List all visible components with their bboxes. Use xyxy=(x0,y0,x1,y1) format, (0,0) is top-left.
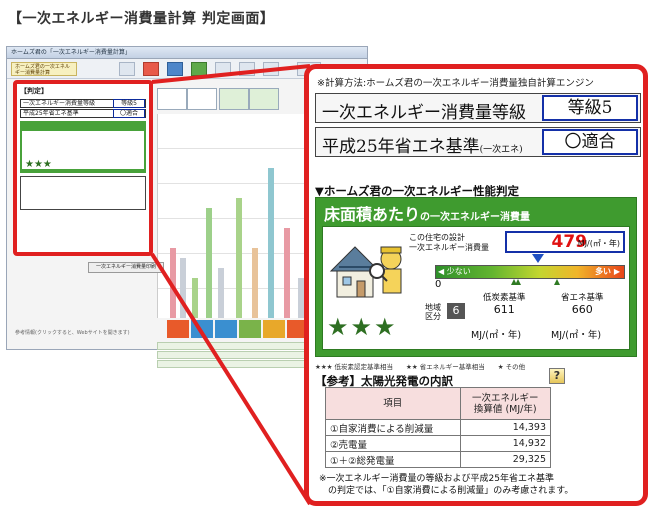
judgement-panel-zoomed: ※計算方法:ホームズ君の一次エネルギー消費量独自計算エンジン 一次エネルギー消費… xyxy=(304,64,648,506)
performance-body: この住宅の設計 一次エネルギー消費量 479 MJ/(㎡・年) ◀ 少ない 多い… xyxy=(322,226,630,350)
mini-judgement-heading: 【判定】 xyxy=(20,87,48,95)
toolbar-button[interactable] xyxy=(119,62,135,76)
standard-row: 平成25年省エネ基準(一次エネ) 〇適合 xyxy=(315,127,641,157)
print-energy-button[interactable]: 一次エネルギー消費量印刷 xyxy=(88,262,164,273)
design-energy-label: この住宅の設計 一次エネルギー消費量 xyxy=(409,233,489,252)
header-item: 項目 xyxy=(325,387,461,420)
mini-grade-row: 一次エネルギー消費量等級 等級5 xyxy=(20,99,146,108)
table-header-row: 項目 一次エネルギー 換算値 (MJ/年) xyxy=(325,387,551,420)
region-value: 6 xyxy=(447,303,465,319)
toolbar-button[interactable] xyxy=(263,62,279,76)
toolbar-button[interactable] xyxy=(215,62,231,76)
energy-scale-bar: ◀ 少ない 多い ▶ xyxy=(435,265,625,279)
low-carbon-standard: 低炭素基準 611 xyxy=(483,293,526,316)
scale-zero: 0 xyxy=(435,279,442,290)
solar-breakdown-table: 項目 一次エネルギー 換算値 (MJ/年) ①自家消費による削減量 14,393 … xyxy=(325,387,551,468)
toolbar-button[interactable] xyxy=(143,62,159,76)
grade-row: 一次エネルギー消費量等級 等級5 xyxy=(315,93,641,123)
mini-performance-panel: ★★★ xyxy=(20,121,146,173)
low-carbon-unit: MJ/(㎡・年) xyxy=(471,330,522,341)
panel-title: 床面積あたりの一次エネルギー消費量 xyxy=(324,205,531,224)
scale-high-label: 多い ▶ xyxy=(595,267,620,276)
standard-tick xyxy=(554,279,560,285)
standard-value: 〇適合 xyxy=(542,129,638,155)
window-titlebar: ホームズ君の「一次エネルギー消費量計算」 xyxy=(7,47,367,59)
energy-unit: MJ/(㎡・年) xyxy=(577,239,620,248)
footnote: ※一次エネルギー消費量の等級および平成25年省エネ基準 の判定では、「①自家消費… xyxy=(319,474,574,496)
table-row: ②売電量 14,932 xyxy=(325,435,551,452)
star-rating: ★★★ xyxy=(327,313,398,341)
grade-label: 一次エネルギー消費量等級 xyxy=(322,103,526,123)
toolbar-button[interactable] xyxy=(239,62,255,76)
calculation-method: ※計算方法:ホームズ君の一次エネルギー消費量独自計算エンジン xyxy=(317,78,594,89)
reference-info-text: 参考情報(クリックすると、Webサイトを開きます) xyxy=(15,330,130,336)
page-title: 【一次エネルギー消費量計算 判定画面】 xyxy=(8,11,275,27)
grade-value: 等級5 xyxy=(542,95,638,121)
energy-saving-standard: 省エネ基準 660 xyxy=(561,293,604,316)
help-icon[interactable]: ? xyxy=(549,368,565,384)
summary-table xyxy=(157,88,307,110)
judgement-highlight-small: 【判定】 一次エネルギー消費量等級 等級5 平成25年省エネ基準 〇適合 ★★★ xyxy=(13,80,153,256)
standard-unit: MJ/(㎡・年) xyxy=(551,330,602,341)
current-value-marker xyxy=(532,254,544,263)
scale-low-label: ◀ 少ない xyxy=(438,267,471,276)
standard-label: 平成25年省エネ基準(一次エネ) xyxy=(322,137,523,157)
toolbar-button[interactable] xyxy=(191,62,207,76)
star-legend: ★★★ 低炭素認定基準相当 ★★ 省エネルギー基準相当 ★ その他 xyxy=(315,363,526,371)
app-logo: ホームズ君の一次エネルギー消費量計算 xyxy=(11,62,77,76)
mini-grade-value: 等級5 xyxy=(113,99,145,108)
mini-solar-table xyxy=(20,176,146,210)
design-energy-value: 479 MJ/(㎡・年) xyxy=(505,231,625,253)
table-row: ①自家消費による削減量 14,393 xyxy=(325,419,551,436)
background-chart xyxy=(157,114,307,318)
region-label: 地域 区分 xyxy=(425,303,441,321)
table-row: ①＋②総発電量 29,325 xyxy=(325,451,551,468)
low-carbon-tick xyxy=(515,279,521,285)
header-value: 一次エネルギー 換算値 (MJ/年) xyxy=(459,387,551,420)
mini-standard-row: 平成25年省エネ基準 〇適合 xyxy=(20,109,146,118)
toolbar-button[interactable] xyxy=(167,62,183,76)
energy-performance-panel: 床面積あたりの一次エネルギー消費量 この住宅の設計 一次エネルギー消費量 479 xyxy=(315,197,637,357)
house-inspector-icon xyxy=(329,246,402,298)
mini-standard-value: 〇適合 xyxy=(113,109,145,118)
